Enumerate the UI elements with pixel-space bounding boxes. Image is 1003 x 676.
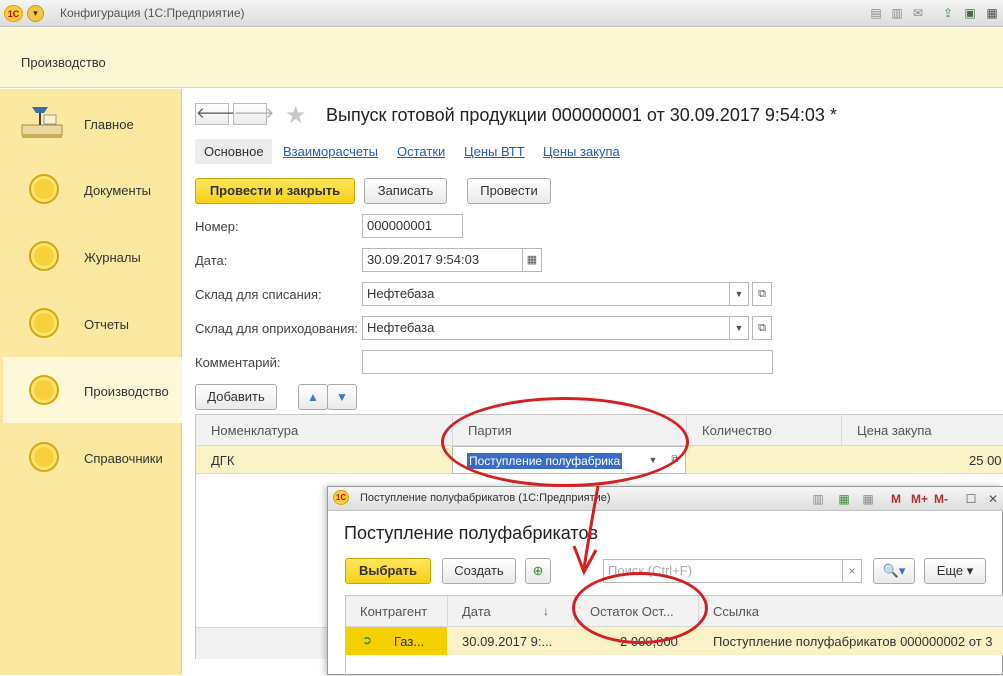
open-icon[interactable]: ⧉	[752, 316, 772, 340]
sidebar-item-production[interactable]: Производство	[3, 357, 182, 423]
sidebar-item-journals[interactable]: Журналы	[3, 223, 182, 289]
sidebar-item-label: Справочники	[84, 451, 163, 466]
window-titlebar: 1С ▾ Конфигурация (1С:Предприятие) ▤ ▥ ✉…	[0, 0, 1003, 27]
close-icon[interactable]: ✕	[985, 491, 1001, 507]
clear-search-icon[interactable]: ×	[842, 559, 862, 583]
warehouse-out-label: Склад для списания:	[195, 287, 322, 302]
tab-purchase-prices[interactable]: Цены закупа	[543, 144, 620, 159]
column-header[interactable]: Цена закупа	[857, 415, 932, 446]
copy-icon[interactable]: ⊕	[525, 558, 551, 584]
number-label: Номер:	[195, 219, 239, 234]
spreadsheet-icon[interactable]: ▦	[836, 491, 852, 507]
coin-icon	[29, 174, 59, 204]
tab-balances[interactable]: Остатки	[397, 144, 445, 159]
number-field[interactable]: 000000001	[362, 214, 463, 238]
warehouse-in-field[interactable]: Нефтебаза	[362, 316, 730, 340]
coin-icon	[29, 442, 59, 472]
warehouse-in-label: Склад для оприходования:	[195, 321, 359, 336]
item-cell[interactable]: ДГК	[211, 453, 234, 468]
create-button[interactable]: Создать	[442, 558, 516, 584]
sidebar-item-label: Журналы	[84, 250, 141, 265]
memory-button[interactable]: M	[891, 492, 901, 506]
comment-label: Комментарий:	[195, 355, 281, 370]
tab-main[interactable]: Основное	[195, 139, 272, 164]
move-down-icon[interactable]: ▼	[327, 384, 357, 410]
post-and-close-button[interactable]: Провести и закрыть	[195, 178, 355, 204]
print-icon[interactable]: ▥	[889, 5, 905, 21]
coin-icon	[29, 375, 59, 405]
tab-label: Основное	[204, 144, 264, 159]
comment-field[interactable]	[362, 350, 773, 374]
back-button[interactable]: 🡐	[195, 103, 236, 125]
app-logo: 1С	[333, 490, 349, 505]
post-button[interactable]: Провести	[467, 178, 551, 204]
favorite-star-icon[interactable]: ★	[285, 101, 307, 130]
column-header[interactable]: Ссылка	[713, 596, 759, 627]
chevron-down-icon[interactable]: ▼	[729, 316, 749, 340]
column-header[interactable]: Дата	[462, 596, 491, 627]
print-icon[interactable]: ▥	[810, 491, 826, 507]
sidebar: Главное Документы Журналы Отчеты Произво…	[0, 89, 182, 675]
sidebar-item-main[interactable]: Главное	[3, 89, 182, 155]
open-icon[interactable]: ⧉	[752, 282, 772, 306]
window-title: Конфигурация (1С:Предприятие)	[60, 6, 245, 20]
chevron-down-icon[interactable]: ▼	[729, 282, 749, 306]
memory-plus-button[interactable]: M+	[911, 492, 928, 506]
date-label: Дата:	[195, 253, 228, 268]
column-divider	[841, 415, 842, 446]
counterparty-cell: Газ...	[394, 634, 425, 649]
price-cell[interactable]: 25 00	[969, 453, 1002, 468]
import-icon[interactable]: ⇪	[940, 5, 956, 21]
tab-vtt-prices[interactable]: Цены ВТТ	[464, 144, 525, 159]
save-button[interactable]: Записать	[364, 178, 447, 204]
forward-button[interactable]: 🡒	[233, 103, 274, 125]
ref-cell[interactable]: Поступление полуфабрикатов 000000002 от …	[713, 634, 993, 649]
desk-lamp-icon	[20, 101, 66, 141]
form-title: Выпуск готовой продукции 000000001 от 30…	[326, 105, 837, 125]
sidebar-item-label: Производство	[84, 384, 169, 399]
annotation-ellipse-balance	[572, 572, 708, 644]
coin-icon	[29, 308, 59, 338]
sidebar-item-reports[interactable]: Отчеты	[3, 290, 182, 356]
maximize-icon[interactable]: ☐	[963, 491, 979, 507]
memory-minus-button[interactable]: M-	[934, 492, 948, 506]
selected-cell[interactable]: ➲ Газ...	[346, 627, 447, 655]
column-header[interactable]: Номенклатура	[211, 415, 298, 446]
section-title: Производство	[21, 55, 106, 70]
sidebar-item-label: Отчеты	[84, 317, 129, 332]
move-up-icon[interactable]: ▲	[298, 384, 328, 410]
tab-settlements[interactable]: Взаиморасчеты	[283, 144, 378, 159]
warehouse-out-field[interactable]: Нефтебаза	[362, 282, 730, 306]
sidebar-item-label: Документы	[84, 183, 152, 198]
mail-icon[interactable]: ✉	[910, 5, 926, 21]
popup-titlebar: 1С Поступление полуфабрикатов (1С:Предпр…	[328, 487, 1003, 511]
coin-icon	[29, 241, 59, 271]
sidebar-item-catalogs[interactable]: Справочники	[3, 424, 182, 490]
more-button[interactable]: Еще ▾	[924, 558, 986, 584]
sidebar-item-label: Главное	[84, 117, 134, 132]
sidebar-item-documents[interactable]: Документы	[3, 156, 182, 222]
more-label: Еще	[936, 563, 964, 578]
section-panel: Производство	[0, 28, 1003, 88]
calc-icon[interactable]: ▦	[984, 5, 1000, 21]
search-icon[interactable]: 🔍▾	[873, 558, 915, 584]
column-header[interactable]: Количество	[702, 415, 772, 446]
calendar-icon[interactable]: ▦	[522, 248, 542, 272]
export-icon[interactable]: ▣	[962, 5, 978, 21]
date-field[interactable]: 30.09.2017 9:54:03	[362, 248, 523, 272]
annotation-arrow	[572, 485, 600, 576]
date-cell[interactable]: 30.09.2017 9:...	[462, 634, 552, 649]
column-divider	[447, 596, 448, 627]
add-row-button[interactable]: Добавить	[195, 384, 277, 410]
column-header[interactable]: Контрагент	[360, 596, 427, 627]
document-posted-icon: ➲	[362, 633, 373, 647]
app-logo: 1С	[4, 5, 23, 22]
save-icon[interactable]: ▤	[868, 5, 884, 21]
main-menu-button[interactable]: ▾	[27, 5, 44, 22]
annotation-ellipse-batch	[441, 397, 689, 487]
calendar-icon[interactable]: ▦	[860, 491, 876, 507]
select-button[interactable]: Выбрать	[345, 558, 431, 584]
sort-arrow-icon: ↓	[543, 604, 549, 618]
